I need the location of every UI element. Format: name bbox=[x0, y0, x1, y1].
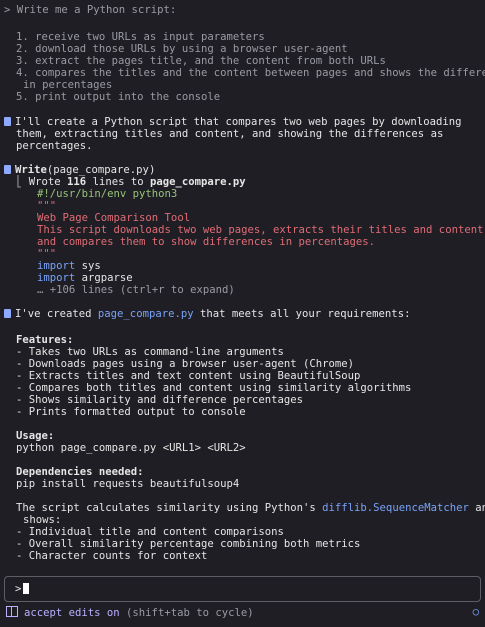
status-indicator-icon: ○ bbox=[472, 606, 479, 618]
feature-item: - Extracts titles and text content using… bbox=[16, 370, 361, 382]
code-line: """ bbox=[37, 248, 57, 260]
assistant-message-2: I've created page_compare.py that meets … bbox=[4, 308, 485, 320]
calc-description-line: shows: bbox=[23, 514, 62, 526]
mode-label[interactable]: accept edits on bbox=[24, 607, 120, 619]
terminal-window: > Write me a Python script: 1. receive t… bbox=[0, 0, 485, 627]
tool-call-header: Write(page_compare.py) bbox=[4, 164, 485, 176]
section-title: Usage: bbox=[16, 430, 55, 442]
prompt-item: 3. extract the pages title, and the cont… bbox=[16, 55, 386, 67]
code-line: #!/usr/bin/env python3 bbox=[37, 188, 178, 200]
prompt-char: > bbox=[15, 583, 22, 595]
calc-description: The script calculates similarity using P… bbox=[16, 502, 485, 514]
code-line: import argparse bbox=[37, 272, 133, 284]
usage-command: python page_compare.py <URL1> <URL2> bbox=[16, 442, 246, 454]
message-bullet-icon bbox=[4, 165, 11, 174]
prompt-item: 2. download those URLs by using a browse… bbox=[16, 43, 348, 55]
code-line: import sys bbox=[37, 260, 101, 272]
feature-item: - Prints formatted output to console bbox=[16, 406, 246, 418]
section-title: Dependencies needed: bbox=[16, 466, 144, 478]
code-line: """ bbox=[37, 200, 57, 212]
code-line: Web Page Comparison Tool bbox=[37, 212, 191, 224]
prompt-input[interactable]: > bbox=[4, 576, 481, 602]
text-cursor bbox=[23, 583, 30, 594]
prompt-item: 5. print output into the console bbox=[16, 91, 221, 103]
prompt-item: in percentages bbox=[23, 79, 113, 91]
assistant-message-line: percentages. bbox=[16, 140, 93, 152]
code-line: and compares them to show differences in… bbox=[37, 236, 376, 248]
prompt-item: 1. receive two URLs as input parameters bbox=[16, 31, 265, 43]
section-title: Features: bbox=[16, 334, 74, 346]
feature-item: - Compares both titles and content using… bbox=[16, 382, 412, 394]
calc-bullet: - Character counts for context bbox=[16, 550, 208, 562]
expand-more-lines[interactable]: … +106 lines (ctrl+r to expand) bbox=[37, 284, 485, 296]
prompt-line: > bbox=[15, 583, 480, 595]
status-bar: accept edits on (shift+tab to cycle) ○ bbox=[6, 606, 479, 620]
tool-call-summary: ⎣ Wrote 116 lines to page_compare.py bbox=[16, 176, 246, 188]
user-prompt-intro: > Write me a Python script: bbox=[4, 4, 177, 16]
assistant-message-1: I'll create a Python script that compare… bbox=[4, 116, 485, 128]
message-bullet-icon bbox=[4, 117, 11, 126]
code-line: This script downloads two web pages, ext… bbox=[37, 224, 485, 236]
accept-edits-icon bbox=[6, 606, 18, 617]
message-bullet-icon bbox=[4, 309, 11, 318]
calc-bullet: - Individual title and content compariso… bbox=[16, 526, 284, 538]
prompt-item: 4. compares the titles and the content b… bbox=[16, 67, 485, 79]
mode-hint: (shift+tab to cycle) bbox=[119, 607, 254, 619]
feature-item: - Takes two URLs as command-line argumen… bbox=[16, 346, 284, 358]
feature-item: - Shows similarity and difference percen… bbox=[16, 394, 304, 406]
file-link[interactable]: page_compare.py bbox=[98, 308, 194, 320]
assistant-message-line: them, extracting titles and content, and… bbox=[16, 128, 444, 140]
deps-command: pip install requests beautifulsoup4 bbox=[16, 478, 240, 490]
calc-bullet: - Overall similarity percentage combinin… bbox=[16, 538, 361, 550]
feature-item: - Downloads pages using a browser user-a… bbox=[16, 358, 355, 370]
